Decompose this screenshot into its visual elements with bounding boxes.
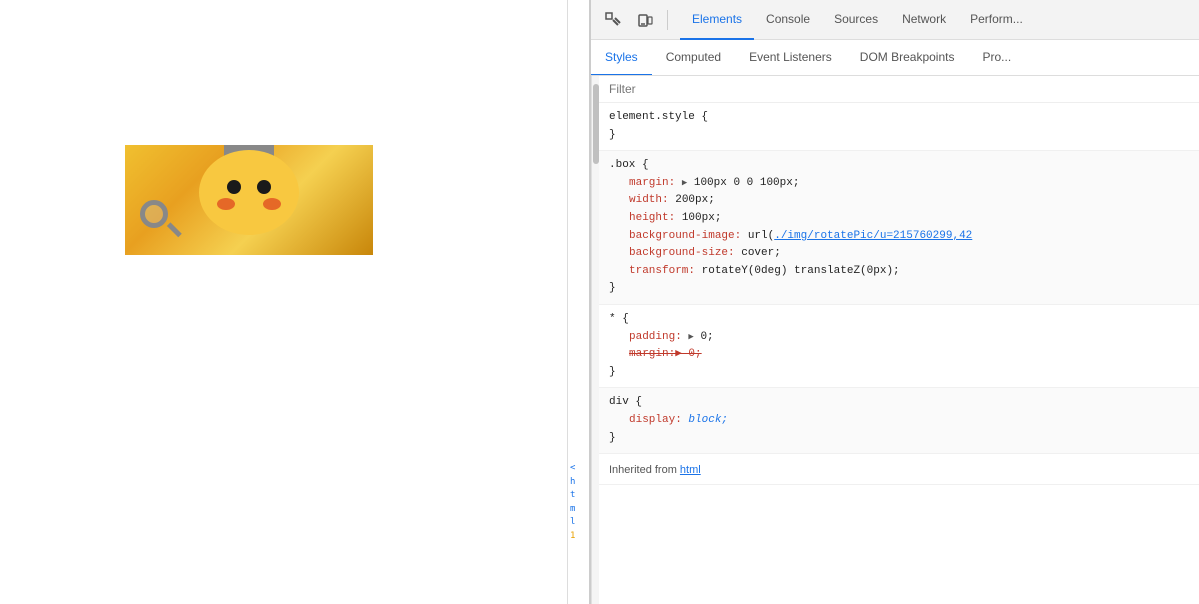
prop-width: width: 200px; [609, 192, 1189, 210]
prop-padding: padding: ▶ 0; [609, 329, 1189, 347]
tab-elements[interactable]: Elements [680, 0, 754, 40]
dom-strip: < h t m l 1 [567, 0, 589, 604]
selector-element-style: element.style { [609, 109, 1189, 127]
scrollbar-thumb[interactable] [593, 84, 599, 164]
prop-margin-strike: margin:▶ 0; [609, 346, 1189, 364]
filter-bar [599, 76, 1199, 103]
filter-input[interactable] [609, 82, 1189, 96]
subtab-computed[interactable]: Computed [652, 40, 735, 76]
pikachu-cheek-left [217, 198, 235, 210]
margin-triangle[interactable]: ▶ [682, 178, 687, 188]
mg-handle [167, 222, 182, 237]
rule-close-1: } [609, 127, 1189, 145]
prop-display: display: block; [609, 412, 1189, 430]
styles-main: element.style { } .box { margin: ▶ [599, 76, 1199, 604]
pikachu-head [199, 150, 299, 235]
selector-box: .box { [609, 157, 1189, 175]
prop-bg-size: background-size: cover; [609, 245, 1189, 263]
rule-box: .box { margin: ▶ 100px 0 0 100px; width:… [599, 151, 1199, 305]
subtab-styles[interactable]: Styles [591, 40, 652, 76]
pikachu-cheek-right [263, 198, 281, 210]
rule-universal: * { padding: ▶ 0; margin:▶ 0; [599, 305, 1199, 388]
sub-tabs-row: Styles Computed Event Listeners DOM Brea… [591, 40, 1199, 76]
rule-close-div: } [609, 430, 1189, 448]
rule-close-universal: } [609, 364, 1189, 382]
prop-transform: transform: rotateY(0deg) translateZ(0px)… [609, 263, 1189, 281]
selector-div: div { [609, 394, 1189, 412]
css-rules: element.style { } .box { margin: ▶ [599, 103, 1199, 485]
prop-bg-image: background-image: url(./img/rotatePic/u=… [609, 228, 1189, 246]
dom-html-text: < h t m l 1 [568, 460, 589, 545]
pikachu-background [125, 145, 373, 255]
pikachu-eye-left [227, 180, 241, 194]
devtools-tabs: Elements Console Sources Network Perform… [680, 0, 1035, 40]
scrollbar-track[interactable] [591, 76, 599, 604]
tab-sources[interactable]: Sources [822, 0, 890, 40]
device-button[interactable] [631, 6, 659, 34]
webpage-panel: < h t m l 1 [0, 0, 590, 604]
devtools-panel: Elements Console Sources Network Perform… [590, 0, 1199, 604]
prop-height: height: 100px; [609, 210, 1189, 228]
pikachu-box [125, 145, 373, 255]
subtab-dom-breakpoints[interactable]: DOM Breakpoints [846, 40, 969, 76]
tab-performance[interactable]: Perform... [958, 0, 1035, 40]
tab-console[interactable]: Console [754, 0, 822, 40]
padding-triangle[interactable]: ▶ [688, 332, 693, 342]
mg-circle [140, 200, 168, 228]
styles-content: element.style { } .box { margin: ▶ [591, 76, 1199, 604]
rule-close-box: } [609, 280, 1189, 298]
devtools-toolbar: Elements Console Sources Network Perform… [591, 0, 1199, 40]
inherited-header: Inherited from html [599, 454, 1199, 485]
selector-universal: * { [609, 311, 1189, 329]
inspect-button[interactable] [599, 6, 627, 34]
tab-network[interactable]: Network [890, 0, 958, 40]
toolbar-separator [667, 10, 668, 30]
magnifying-glass [140, 200, 180, 240]
inherited-html-link[interactable]: html [680, 464, 701, 476]
rule-element-style: element.style { } [599, 103, 1199, 151]
prop-margin: margin: ▶ 100px 0 0 100px; [609, 175, 1189, 193]
rule-div: div { display: block; } [599, 388, 1199, 454]
pikachu-eye-right [257, 180, 271, 194]
subtab-event-listeners[interactable]: Event Listeners [735, 40, 846, 76]
subtab-properties[interactable]: Pro... [968, 40, 1025, 76]
